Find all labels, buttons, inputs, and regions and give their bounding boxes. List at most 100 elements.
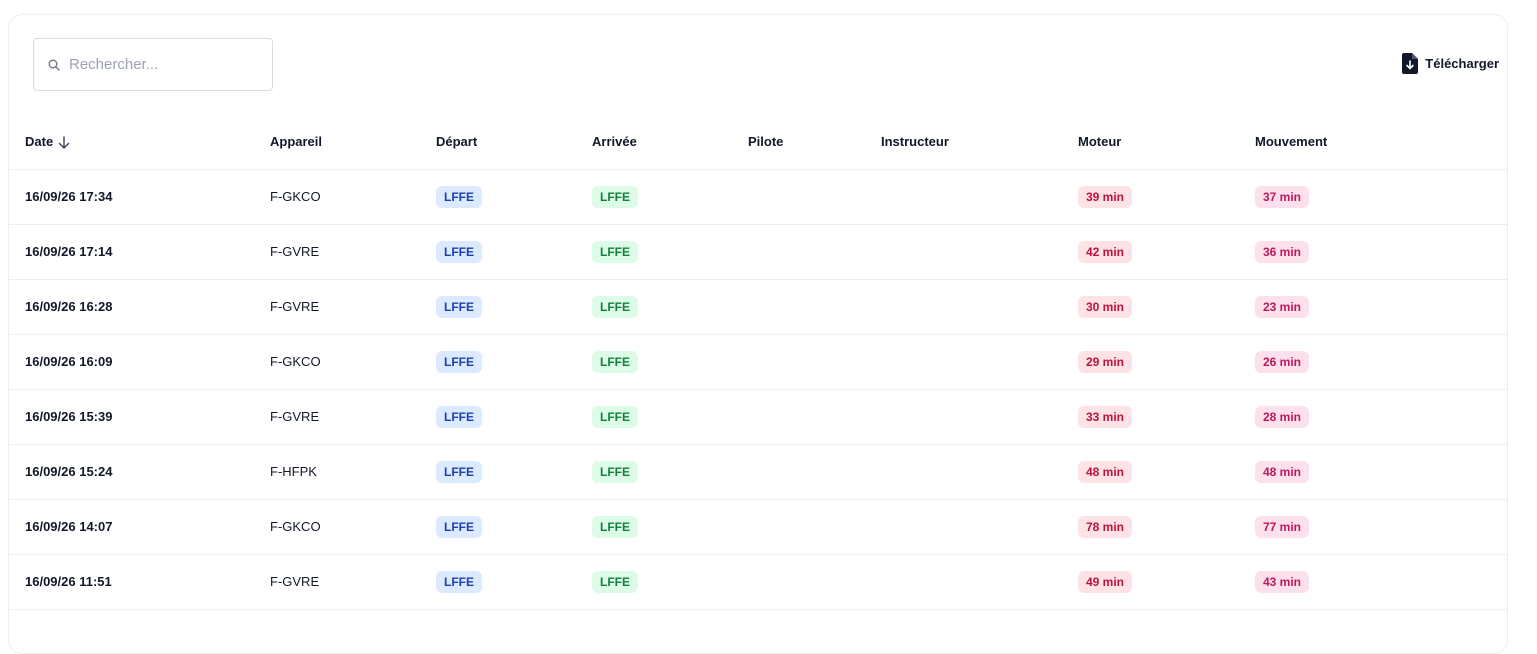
arrivee-badge: LFFE	[592, 515, 638, 538]
appareil-text: F-GKCO	[270, 519, 321, 534]
cell-appareil: F-GVRE	[270, 389, 436, 445]
column-appareil[interactable]: Appareil	[270, 114, 436, 170]
appareil-text: F-GKCO	[270, 189, 321, 204]
column-pilote[interactable]: Pilote	[748, 114, 881, 170]
cell-arrivee: LFFE	[592, 334, 748, 390]
cell-pilote	[748, 224, 881, 280]
mouvement-badge: 26 min	[1255, 350, 1310, 373]
cell-depart: LFFE	[436, 389, 592, 445]
cell-pilote	[748, 499, 881, 555]
cell-date: 16/09/26 17:14	[9, 224, 270, 280]
download-label: Télécharger	[1425, 56, 1499, 71]
cell-date	[9, 609, 270, 653]
cell-pilote	[748, 169, 881, 225]
table-header: Date Appareil Départ Arrivée Pilote Inst…	[9, 114, 1507, 170]
cell-pilote	[748, 389, 881, 445]
arrivee-badge: LFFE	[592, 350, 638, 373]
cell-appareil: F-GVRE	[270, 224, 436, 280]
cell-arrivee: LFFE	[592, 224, 748, 280]
cell-mouvement: 43 min	[1255, 554, 1507, 610]
table-row[interactable]: 16/09/26 15:39 F-GVRE LFFE LFFE 33 min 28 min	[9, 389, 1507, 445]
moteur-badge: 48 min	[1078, 460, 1133, 483]
cell-mouvement: 77 min	[1255, 499, 1507, 555]
flights-card: Télécharger Date Appareil Départ Arrivée…	[8, 14, 1508, 654]
cell-appareil: F-GKCO	[270, 499, 436, 555]
download-button[interactable]: Télécharger	[1402, 53, 1499, 74]
search-input[interactable]	[69, 56, 259, 73]
depart-badge: LFFE	[436, 350, 482, 373]
search-box[interactable]	[33, 38, 273, 91]
cell-instructeur	[881, 389, 1078, 445]
cell-moteur: 29 min	[1078, 334, 1255, 390]
moteur-badge: 49 min	[1078, 570, 1133, 593]
appareil-text: F-GKCO	[270, 354, 321, 369]
table-row[interactable]	[9, 609, 1507, 653]
cell-arrivee: LFFE	[592, 554, 748, 610]
column-depart[interactable]: Départ	[436, 114, 592, 170]
arrivee-badge: LFFE	[592, 460, 638, 483]
cell-depart: LFFE	[436, 224, 592, 280]
cell-pilote	[748, 334, 881, 390]
table-row[interactable]: 16/09/26 11:51 F-GVRE LFFE LFFE 49 min 43 min	[9, 554, 1507, 610]
column-instructeur[interactable]: Instructeur	[881, 114, 1078, 170]
appareil-text: F-GVRE	[270, 574, 320, 589]
depart-badge: LFFE	[436, 460, 482, 483]
table-row[interactable]: 16/09/26 14:07 F-GKCO LFFE LFFE 78 min 77 min	[9, 499, 1507, 555]
date-text: 16/09/26 14:07	[25, 519, 113, 534]
arrivee-badge: LFFE	[592, 295, 638, 318]
cell-appareil: F-HFPK	[270, 444, 436, 500]
cell-arrivee: LFFE	[592, 389, 748, 445]
appareil-text: F-GVRE	[270, 299, 320, 314]
date-text: 16/09/26 17:14	[25, 244, 113, 259]
cell-depart: LFFE	[436, 334, 592, 390]
table-row[interactable]: 16/09/26 15:24 F-HFPK LFFE LFFE 48 min 48 min	[9, 444, 1507, 500]
table-row[interactable]: 16/09/26 17:14 F-GVRE LFFE LFFE 42 min 36 min	[9, 224, 1507, 280]
cell-depart: LFFE	[436, 554, 592, 610]
arrow-down-icon[interactable]	[58, 136, 70, 149]
date-text: 16/09/26 15:24	[25, 464, 113, 479]
column-arrivee[interactable]: Arrivée	[592, 114, 748, 170]
cell-arrivee: LFFE	[592, 169, 748, 225]
search-icon	[48, 59, 60, 71]
depart-badge: LFFE	[436, 240, 482, 263]
column-mouvement[interactable]: Mouvement	[1255, 114, 1507, 170]
table-row[interactable]: 16/09/26 16:28 F-GVRE LFFE LFFE 30 min 23 min	[9, 279, 1507, 335]
cell-instructeur	[881, 279, 1078, 335]
cell-date: 16/09/26 16:28	[9, 279, 270, 335]
column-date[interactable]: Date	[9, 114, 270, 170]
cell-moteur: 42 min	[1078, 224, 1255, 280]
cell-arrivee	[592, 609, 748, 653]
cell-moteur: 30 min	[1078, 279, 1255, 335]
cell-moteur: 78 min	[1078, 499, 1255, 555]
cell-pilote	[748, 609, 881, 653]
cell-depart: LFFE	[436, 444, 592, 500]
table-row[interactable]: 16/09/26 16:09 F-GKCO LFFE LFFE 29 min 26 min	[9, 334, 1507, 390]
cell-date: 16/09/26 11:51	[9, 554, 270, 610]
cell-mouvement: 36 min	[1255, 224, 1507, 280]
arrivee-badge: LFFE	[592, 185, 638, 208]
appareil-text: F-GVRE	[270, 244, 320, 259]
cell-depart: LFFE	[436, 279, 592, 335]
depart-badge: LFFE	[436, 295, 482, 318]
cell-instructeur	[881, 444, 1078, 500]
moteur-badge: 78 min	[1078, 515, 1133, 538]
cell-instructeur	[881, 554, 1078, 610]
date-text: 16/09/26 16:09	[25, 354, 113, 369]
cell-instructeur	[881, 499, 1078, 555]
depart-badge: LFFE	[436, 570, 482, 593]
cell-mouvement: 37 min	[1255, 169, 1507, 225]
file-download-icon	[1402, 53, 1419, 74]
moteur-badge: 42 min	[1078, 240, 1133, 263]
cell-instructeur	[881, 224, 1078, 280]
date-text: 16/09/26 16:28	[25, 299, 113, 314]
table-row[interactable]: 16/09/26 17:34 F-GKCO LFFE LFFE 39 min 37 min	[9, 169, 1507, 225]
cell-instructeur	[881, 334, 1078, 390]
appareil-text: F-GVRE	[270, 409, 320, 424]
column-moteur[interactable]: Moteur	[1078, 114, 1255, 170]
cell-appareil: F-GVRE	[270, 279, 436, 335]
cell-arrivee: LFFE	[592, 279, 748, 335]
depart-badge: LFFE	[436, 185, 482, 208]
cell-pilote	[748, 279, 881, 335]
mouvement-badge: 36 min	[1255, 240, 1310, 263]
cell-date: 16/09/26 16:09	[9, 334, 270, 390]
